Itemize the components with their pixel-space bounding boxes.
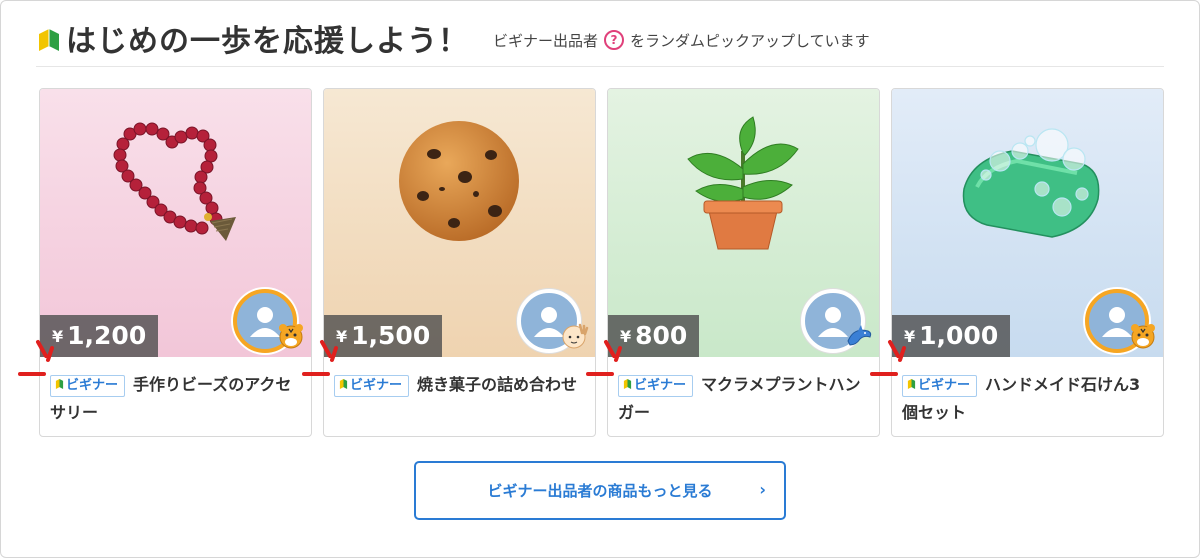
see-more-beginner-items-button[interactable]: ビギナー出品者の商品もっと見る ›	[414, 461, 786, 520]
beginner-mark-icon	[623, 379, 632, 389]
beginner-tag: ビギナー	[902, 375, 978, 397]
beginner-mark-icon	[39, 29, 59, 51]
beginner-mark-icon	[907, 379, 916, 389]
section-title: はじめの一歩を応援しよう！	[66, 24, 469, 59]
price-label: ¥1,000	[892, 315, 1011, 357]
section-header: はじめの一歩を応援しよう！ ビギナー出品者 ? をランダムピックアップしています	[36, 14, 1164, 67]
beginner-tag: ビギナー	[618, 375, 694, 397]
product-info: ビギナー マクラメプラントハンガー	[618, 371, 870, 427]
spark-accent-icon	[586, 340, 622, 376]
see-more-label: ビギナー出品者の商品もっと見る	[487, 482, 713, 500]
product-card[interactable]: ¥800 ビギナー マクラメプラントハンガー	[607, 88, 880, 437]
spark-accent-icon	[302, 340, 338, 376]
subtitle-text-after: をランダムピックアップしています	[630, 31, 870, 50]
tiger-emoji	[1131, 324, 1155, 349]
beginner-tag: ビギナー	[50, 375, 126, 397]
spark-accent-icon	[870, 340, 906, 376]
price-label: ¥1,200	[40, 315, 159, 357]
section-subtitle: ビギナー出品者 ? をランダムピックアップしています	[493, 30, 870, 51]
product-card[interactable]: ¥1,000 ビギナー ハンドメイド石けん3個セット	[891, 88, 1164, 437]
chevron-right-icon: ›	[759, 480, 766, 499]
beginner-mark-icon	[55, 379, 64, 389]
product-card[interactable]: ¥1,200 ビギナー 手作りビーズのアクセサリー	[39, 88, 312, 437]
product-info: ビギナー ハンドメイド石けん3個セット	[902, 371, 1154, 427]
spark-accent-icon	[18, 340, 54, 376]
price-label: ¥1,500	[324, 315, 443, 357]
product-title[interactable]: 焼き菓子の詰め合わせ	[417, 375, 577, 394]
product-card[interactable]: ¥1,500 ビギナー 焼き菓子の詰め合わせ	[323, 88, 596, 437]
beginner-mark-icon	[339, 379, 348, 389]
help-circle-icon[interactable]: ?	[604, 30, 625, 50]
product-info: ビギナー 焼き菓子の詰め合わせ	[334, 371, 586, 399]
beginner-tag: ビギナー	[334, 375, 410, 397]
subtitle-text-before: ビギナー出品者	[493, 31, 599, 50]
product-info: ビギナー 手作りビーズのアクセサリー	[50, 371, 302, 427]
